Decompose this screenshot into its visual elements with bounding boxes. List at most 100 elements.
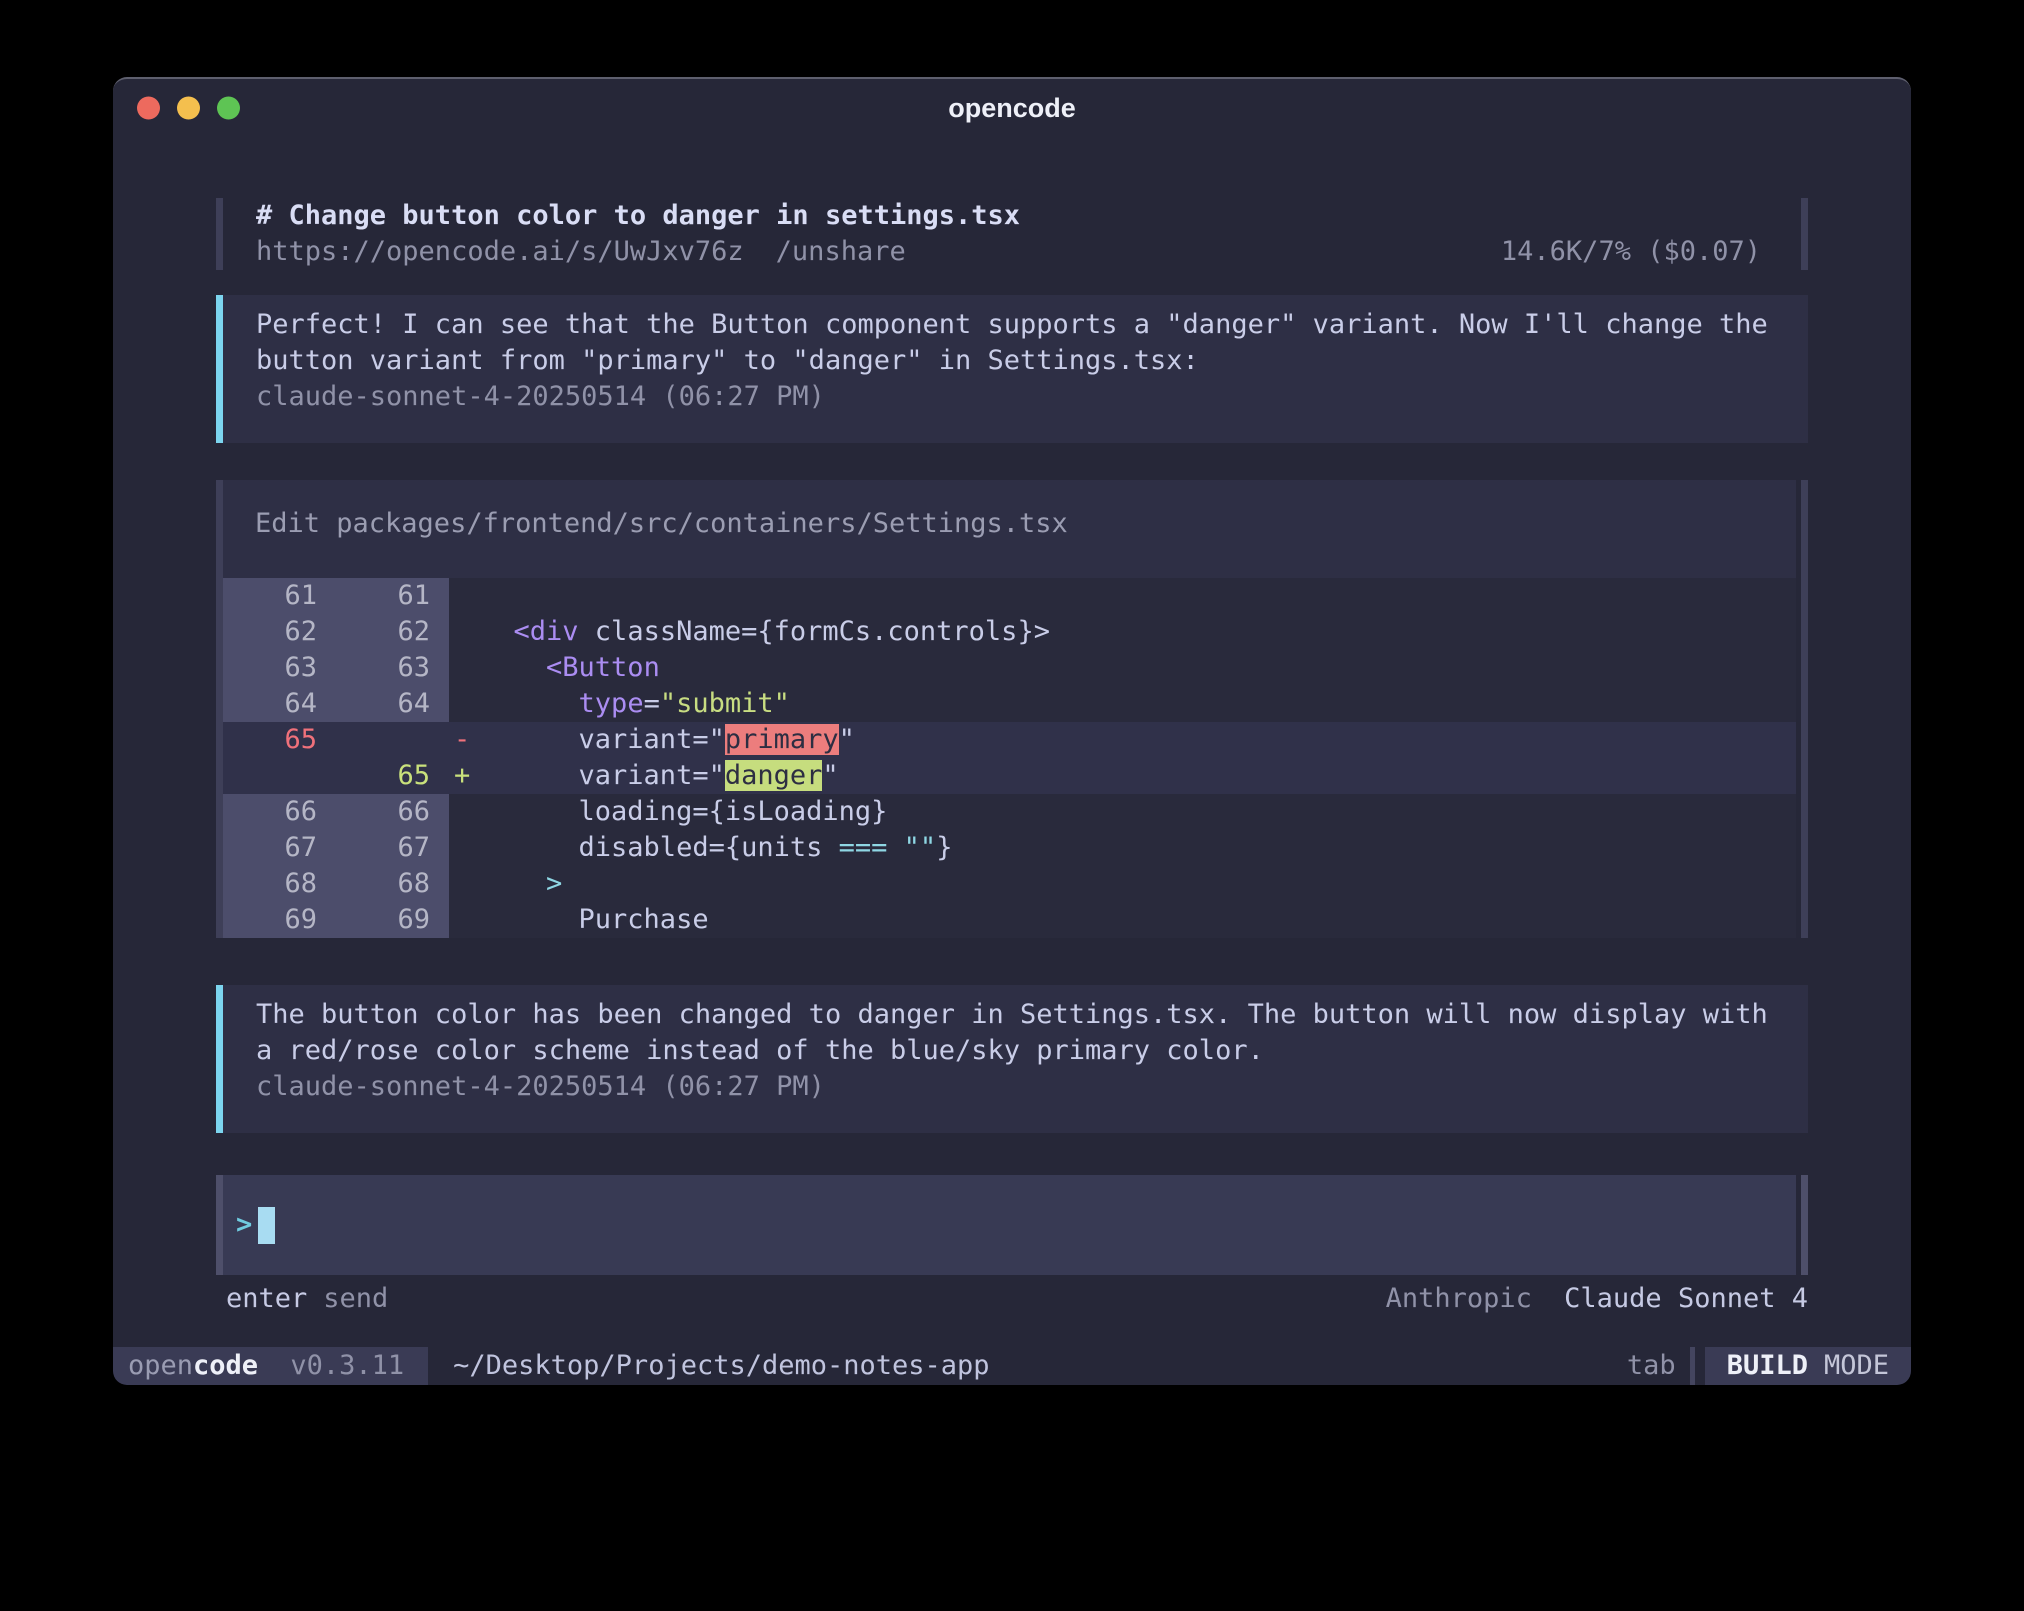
diff-row: 65 - variant="primary"	[223, 722, 1796, 758]
old-line-number: 62	[223, 614, 336, 650]
message-text: The button color has been changed to dan…	[256, 997, 1776, 1033]
code-line: variant="danger"	[481, 758, 1796, 794]
diff-marker	[449, 650, 481, 686]
new-line-number: 64	[336, 686, 449, 722]
diff-marker	[449, 866, 481, 902]
close-button[interactable]	[137, 97, 160, 120]
traffic-lights	[137, 97, 240, 120]
input-right-border	[1801, 1175, 1808, 1275]
mode-badge: BUILD MODE	[1705, 1347, 1911, 1385]
new-line-number: 61	[336, 578, 449, 614]
old-line-number: 64	[223, 686, 336, 722]
old-line-number: 61	[223, 578, 336, 614]
assistant-message-1: Perfect! I can see that the Button compo…	[216, 295, 1808, 443]
old-line-number: 65	[223, 722, 336, 758]
share-url[interactable]: https://opencode.ai/s/UwJxv76z	[256, 234, 744, 270]
diff-marker: -	[449, 722, 481, 758]
new-line-number	[336, 722, 449, 758]
diff-marker	[449, 614, 481, 650]
window-title: opencode	[948, 90, 1076, 126]
new-line-number: 67	[336, 830, 449, 866]
status-divider	[1690, 1347, 1695, 1385]
code-line: type="submit"	[481, 686, 1796, 722]
diff-row: 6767 disabled={units === ""}	[223, 830, 1796, 866]
status-bar: opencode v0.3.11 ~/Desktop/Projects/demo…	[113, 1347, 1911, 1385]
code-line: variant="primary"	[481, 722, 1796, 758]
token-usage: 14.6K/7% ($0.07)	[1501, 234, 1761, 270]
maximize-button[interactable]	[217, 97, 240, 120]
old-line-number: 66	[223, 794, 336, 830]
opencode-window: opencode # Change button color to danger…	[113, 77, 1911, 1385]
message-text: button variant from "primary" to "danger…	[256, 343, 1776, 379]
prompt-input-row: >	[216, 1175, 1808, 1275]
prompt-chevron: >	[236, 1207, 252, 1243]
header-right-border	[1801, 198, 1808, 270]
old-line-number: 69	[223, 902, 336, 938]
old-line-number	[223, 758, 336, 794]
enter-hint: enter	[226, 1281, 307, 1317]
diff-marker	[449, 902, 481, 938]
prompt-input[interactable]: >	[223, 1175, 1796, 1275]
working-directory: ~/Desktop/Projects/demo-notes-app	[453, 1347, 989, 1385]
diff-marker	[449, 578, 481, 614]
diff-row: 6262 <div className={formCs.controls}>	[223, 614, 1796, 650]
app-version: v0.3.11	[290, 1350, 404, 1381]
code-line: >	[481, 866, 1796, 902]
mode-name: BUILD	[1727, 1350, 1808, 1381]
diff-marker	[449, 830, 481, 866]
model-meta: claude-sonnet-4-20250514 (06:27 PM)	[256, 1069, 1776, 1105]
code-line: <div className={formCs.controls}>	[481, 614, 1796, 650]
diff-row: 65+ variant="danger"	[223, 758, 1796, 794]
message-text: Perfect! I can see that the Button compo…	[256, 307, 1776, 343]
tab-hint: tab	[1627, 1347, 1676, 1385]
header-left-border	[216, 198, 223, 270]
code-line: disabled={units === ""}	[481, 830, 1796, 866]
edit-tool-card: Edit packages/frontend/src/containers/Se…	[216, 480, 1808, 938]
diff-table: 61616262 <div className={formCs.controls…	[223, 578, 1796, 938]
mode-suffix: MODE	[1824, 1350, 1889, 1381]
message-accent-bar	[216, 295, 223, 443]
session-title: # Change button color to danger in setti…	[256, 198, 1801, 234]
message-text: a red/rose color scheme instead of the b…	[256, 1033, 1776, 1069]
input-hints: enter send Anthropic Claude Sonnet 4	[216, 1281, 1808, 1317]
text-cursor	[258, 1207, 275, 1244]
code-line: <Button	[481, 650, 1796, 686]
new-line-number: 68	[336, 866, 449, 902]
new-line-number: 65	[336, 758, 449, 794]
message-accent-bar	[216, 985, 223, 1133]
session-header: # Change button color to danger in setti…	[216, 198, 1808, 270]
card-left-border	[216, 480, 223, 938]
app-name-open: open	[128, 1350, 193, 1381]
assistant-message-2: The button color has been changed to dan…	[216, 985, 1808, 1133]
input-left-border	[216, 1175, 223, 1275]
unshare-command[interactable]: /unshare	[776, 234, 906, 270]
new-line-number: 63	[336, 650, 449, 686]
code-line: loading={isLoading}	[481, 794, 1796, 830]
model-name: Claude Sonnet 4	[1564, 1283, 1808, 1314]
diff-row: 6969 Purchase	[223, 902, 1796, 938]
model-meta: claude-sonnet-4-20250514 (06:27 PM)	[256, 379, 1776, 415]
send-hint: send	[323, 1281, 388, 1317]
diff-row: 6464 type="submit"	[223, 686, 1796, 722]
app-name-code: code	[193, 1350, 258, 1381]
new-line-number: 66	[336, 794, 449, 830]
code-line	[481, 578, 1796, 614]
old-line-number: 67	[223, 830, 336, 866]
diff-row: 6666 loading={isLoading}	[223, 794, 1796, 830]
diff-marker: +	[449, 758, 481, 794]
old-line-number: 63	[223, 650, 336, 686]
diff-marker	[449, 686, 481, 722]
code-line: Purchase	[481, 902, 1796, 938]
old-line-number: 68	[223, 866, 336, 902]
minimize-button[interactable]	[177, 97, 200, 120]
diff-row: 6868 >	[223, 866, 1796, 902]
card-right-border	[1801, 480, 1808, 938]
titlebar: opencode	[113, 79, 1911, 137]
diff-row: 6363 <Button	[223, 650, 1796, 686]
new-line-number: 69	[336, 902, 449, 938]
edit-tool-title: Edit packages/frontend/src/containers/Se…	[223, 480, 1796, 542]
diff-row: 6161	[223, 578, 1796, 614]
provider-name: Anthropic	[1386, 1283, 1532, 1314]
new-line-number: 62	[336, 614, 449, 650]
diff-marker	[449, 794, 481, 830]
